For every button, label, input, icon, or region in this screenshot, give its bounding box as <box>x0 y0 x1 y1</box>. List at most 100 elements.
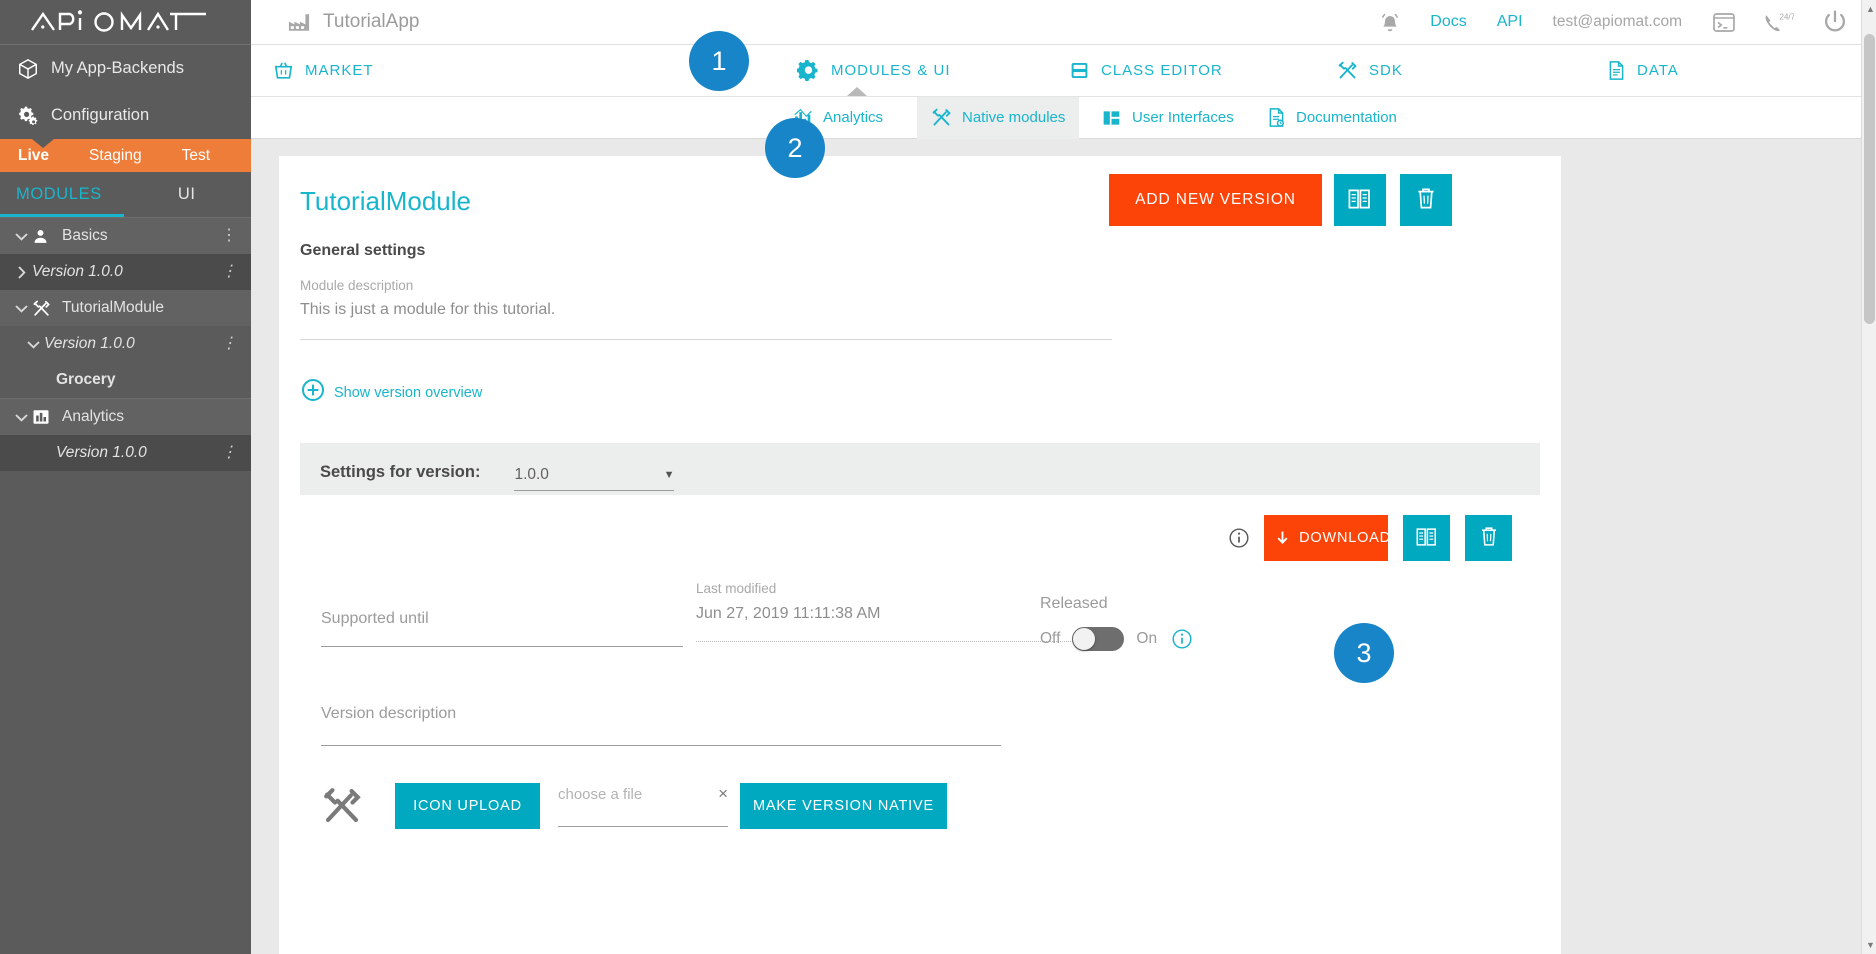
plus-circle-icon <box>301 378 325 407</box>
environment-notch <box>32 139 54 148</box>
last-modified-label: Last modified <box>696 581 1089 596</box>
class-editor-icon <box>1069 60 1090 81</box>
released-toggle-group: Released Off On <box>1040 595 1193 651</box>
scrollbar-thumb[interactable] <box>1864 34 1875 324</box>
subnav-label: Native modules <box>962 109 1065 126</box>
version-actions: DOWNLOAD <box>1228 515 1512 561</box>
chevron-down-icon[interactable] <box>10 413 32 422</box>
show-version-overview-link[interactable]: Show version overview <box>301 378 482 407</box>
trash-icon <box>1478 525 1500 551</box>
info-icon[interactable] <box>1228 527 1250 549</box>
version-select[interactable]: 1.0.0 ▼ <box>514 466 674 491</box>
upload-row: ICON UPLOAD choose a file × MAKE VERSION… <box>321 783 947 829</box>
info-icon[interactable] <box>1171 628 1193 650</box>
tree-item-menu-icon[interactable]: ⋮ <box>221 228 237 244</box>
download-label: DOWNLOAD <box>1299 530 1391 546</box>
last-modified-value: Jun 27, 2019 11:11:38 AM <box>696 605 1089 623</box>
tree-item-analytics[interactable]: Analytics <box>0 399 251 435</box>
gear-icon <box>797 59 820 82</box>
factory-icon <box>288 13 310 32</box>
tree-item-menu-icon[interactable]: ⋮ <box>221 264 237 280</box>
person-icon <box>32 228 62 245</box>
sub-navigation: Analytics Native modules <box>251 97 1876 139</box>
nav-modules-ui[interactable]: MODULES & UI <box>797 59 951 82</box>
tree-item-analytics-version[interactable]: Version 1.0.0 ⋮ <box>0 435 251 471</box>
scroll-down-icon[interactable]: ▼ <box>1866 940 1875 950</box>
sidebar-item-my-app-backends[interactable]: My App-Backends <box>0 45 251 92</box>
file-chooser-field[interactable]: choose a file × <box>558 786 728 827</box>
svg-text:24/7: 24/7 <box>1780 12 1795 21</box>
chevron-down-icon[interactable] <box>22 340 44 349</box>
sidebar-item-label: Configuration <box>51 106 149 125</box>
sidebar-item-configuration[interactable]: Configuration <box>0 92 251 139</box>
delete-module-button[interactable] <box>1400 174 1452 226</box>
app-title[interactable]: TutorialApp <box>288 11 419 33</box>
environment-live[interactable]: Live <box>18 147 49 165</box>
scroll-up-icon[interactable]: ▲ <box>1866 4 1875 14</box>
topbar: TutorialApp Docs API test@apiomat.com <box>251 0 1876 45</box>
tab-modules[interactable]: MODULES <box>16 185 102 204</box>
version-select-value: 1.0.0 <box>514 466 548 484</box>
nav-sdk[interactable]: SDK <box>1337 60 1403 81</box>
tree-item-menu-icon[interactable]: ⋮ <box>221 336 237 352</box>
version-description-field[interactable]: Version description <box>321 705 1001 746</box>
chevron-down-icon[interactable] <box>10 232 32 241</box>
subnav-native-modules[interactable]: Native modules <box>917 97 1079 139</box>
copy-module-button[interactable] <box>1334 174 1386 226</box>
subnav-label: Analytics <box>823 109 883 126</box>
subnav-user-interfaces[interactable]: User Interfaces <box>1087 97 1248 139</box>
docs-link[interactable]: Docs <box>1430 13 1466 31</box>
subnav-label: User Interfaces <box>1132 109 1234 126</box>
module-description-field[interactable]: Module description This is just a module… <box>300 278 1112 340</box>
main-navigation: MARKET MODULES & UI <box>251 45 1876 97</box>
tab-ui[interactable]: UI <box>178 185 196 204</box>
released-label: Released <box>1040 595 1193 613</box>
supported-until-field[interactable]: Supported until <box>321 610 683 647</box>
nav-label: DATA <box>1637 62 1679 79</box>
download-button[interactable]: DOWNLOAD <box>1264 515 1388 561</box>
environment-switcher: Live Staging Test <box>0 139 251 172</box>
tree-item-basics[interactable]: Basics ⋮ <box>0 218 251 254</box>
nav-label: SDK <box>1369 62 1403 79</box>
phone-24-7-icon[interactable]: 24/7 <box>1764 11 1794 33</box>
tree-item-tutorialmodule-version[interactable]: Version 1.0.0 ⋮ <box>0 326 251 362</box>
main-area: TutorialApp Docs API test@apiomat.com <box>251 0 1876 954</box>
chevron-down-icon: ▼ <box>664 469 675 481</box>
tree-item-label: Analytics <box>62 408 124 426</box>
nav-market[interactable]: MARKET <box>273 60 374 81</box>
api-link[interactable]: API <box>1497 13 1523 31</box>
content-area: TutorialModule General settings Module d… <box>251 139 1876 954</box>
doc-clock-icon <box>1267 107 1286 128</box>
power-icon[interactable] <box>1822 9 1848 35</box>
delete-version-button[interactable] <box>1465 515 1512 561</box>
copy-version-button[interactable] <box>1403 515 1450 561</box>
released-toggle[interactable] <box>1072 627 1124 651</box>
environment-staging[interactable]: Staging <box>89 147 142 165</box>
tools-icon <box>1337 60 1358 81</box>
apiomat-logo[interactable] <box>0 0 251 45</box>
environment-test[interactable]: Test <box>182 147 210 165</box>
chevron-down-icon[interactable] <box>10 304 32 313</box>
trash-icon <box>1414 186 1438 214</box>
subnav-documentation[interactable]: Documentation <box>1253 97 1411 139</box>
nav-data[interactable]: DATA <box>1607 60 1679 81</box>
add-new-version-button[interactable]: ADD NEW VERSION <box>1109 174 1322 226</box>
module-description-value: This is just a module for this tutorial. <box>300 301 1112 319</box>
terminal-icon[interactable] <box>1712 12 1736 33</box>
make-version-native-button[interactable]: MAKE VERSION NATIVE <box>740 783 947 829</box>
tools-icon <box>32 299 62 318</box>
vertical-scrollbar[interactable]: ▲ ▼ <box>1861 0 1876 954</box>
tree-item-label: TutorialModule <box>62 299 164 317</box>
bell-icon[interactable] <box>1378 10 1402 35</box>
nav-class-editor[interactable]: CLASS EDITOR <box>1069 60 1223 81</box>
chevron-right-icon[interactable] <box>10 266 32 279</box>
tree-item-menu-icon[interactable]: ⋮ <box>221 445 237 461</box>
tree-item-grocery[interactable]: Grocery <box>0 362 251 398</box>
page-title: TutorialModule <box>300 186 471 217</box>
clear-file-icon[interactable]: × <box>718 784 728 804</box>
tree-item-tutorialmodule[interactable]: TutorialModule <box>0 290 251 326</box>
icon-upload-button[interactable]: ICON UPLOAD <box>395 783 540 829</box>
general-settings-heading: General settings <box>300 242 425 260</box>
tree-item-basics-version[interactable]: Version 1.0.0 ⋮ <box>0 254 251 290</box>
account-email[interactable]: test@apiomat.com <box>1553 13 1682 31</box>
